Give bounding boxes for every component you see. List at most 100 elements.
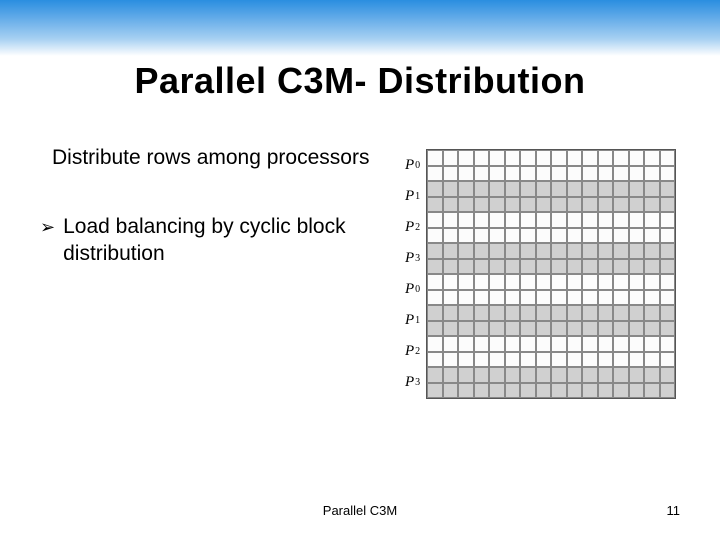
grid-cell: [551, 228, 567, 244]
grid-cell: [567, 212, 583, 228]
grid-cell: [443, 166, 459, 182]
grid-cell: [520, 212, 536, 228]
grid-cell: [427, 197, 443, 213]
grid-cell: [520, 367, 536, 383]
grid-cell: [458, 228, 474, 244]
bullet-arrow-icon: ➢: [40, 216, 55, 239]
grid-cell: [660, 228, 676, 244]
grid-cell: [613, 259, 629, 275]
processor-label: P1: [405, 181, 420, 212]
grid-cell: [644, 352, 660, 368]
grid-cell: [489, 197, 505, 213]
grid-cell: [474, 212, 490, 228]
grid-cell: [536, 352, 552, 368]
grid-cell: [613, 150, 629, 166]
grid-cell: [427, 181, 443, 197]
grid-cell: [567, 228, 583, 244]
grid-cell: [474, 228, 490, 244]
grid-cell: [505, 243, 521, 259]
grid-row: [427, 212, 675, 228]
grid-cell: [629, 290, 645, 306]
grid-cell: [458, 274, 474, 290]
grid-cell: [644, 290, 660, 306]
page-number: 11: [667, 503, 681, 518]
grid-cell: [505, 352, 521, 368]
grid-cell: [598, 150, 614, 166]
grid-cell: [598, 166, 614, 182]
grid-row: [427, 259, 675, 275]
grid-cell: [443, 290, 459, 306]
grid-row: [427, 321, 675, 337]
processor-label: P1: [405, 305, 420, 336]
grid-cell: [458, 150, 474, 166]
grid-cell: [443, 352, 459, 368]
grid-cell: [458, 367, 474, 383]
grid-cell: [629, 305, 645, 321]
grid-cell: [536, 367, 552, 383]
grid-cell: [582, 352, 598, 368]
grid-cell: [598, 181, 614, 197]
grid-cell: [551, 321, 567, 337]
grid-cell: [660, 212, 676, 228]
processor-label: P2: [405, 212, 420, 243]
grid-cell: [660, 181, 676, 197]
grid-cell: [489, 150, 505, 166]
grid-cell: [567, 181, 583, 197]
grid-cell: [660, 150, 676, 166]
grid-cell: [427, 228, 443, 244]
grid-cell: [644, 243, 660, 259]
grid-cell: [613, 181, 629, 197]
grid-cell: [505, 259, 521, 275]
grid-cell: [474, 336, 490, 352]
grid-cell: [613, 197, 629, 213]
grid-cell: [474, 352, 490, 368]
grid-cell: [489, 367, 505, 383]
grid-cell: [660, 352, 676, 368]
grid-cell: [613, 290, 629, 306]
grid-cell: [489, 243, 505, 259]
grid-cell: [567, 166, 583, 182]
grid-cell: [520, 197, 536, 213]
grid-cell: [505, 383, 521, 399]
grid-cell: [536, 150, 552, 166]
grid-cell: [644, 259, 660, 275]
grid-cell: [613, 212, 629, 228]
grid-cell: [567, 305, 583, 321]
grid-cell: [474, 321, 490, 337]
grid-cell: [613, 166, 629, 182]
grid-cell: [551, 181, 567, 197]
grid-row: [427, 290, 675, 306]
grid-cell: [505, 228, 521, 244]
grid-cell: [598, 212, 614, 228]
grid-cell: [582, 290, 598, 306]
grid-cell: [567, 274, 583, 290]
grid-cell: [427, 321, 443, 337]
grid-cell: [427, 259, 443, 275]
grid-cell: [551, 352, 567, 368]
grid-cell: [489, 352, 505, 368]
grid-cell: [644, 383, 660, 399]
grid-cell: [629, 228, 645, 244]
grid-cell: [567, 259, 583, 275]
grid-cell: [551, 336, 567, 352]
grid-row: [427, 352, 675, 368]
processor-label: P0: [405, 150, 420, 181]
grid-cell: [505, 150, 521, 166]
grid-cell: [598, 274, 614, 290]
distribution-grid: [426, 149, 676, 399]
grid-cell: [427, 383, 443, 399]
grid-cell: [474, 166, 490, 182]
grid-cell: [443, 321, 459, 337]
grid-cell: [629, 197, 645, 213]
grid-cell: [629, 259, 645, 275]
grid-cell: [520, 274, 536, 290]
grid-cell: [582, 336, 598, 352]
grid-row: [427, 305, 675, 321]
grid-cell: [644, 305, 660, 321]
grid-cell: [427, 336, 443, 352]
grid-cell: [644, 150, 660, 166]
grid-cell: [520, 228, 536, 244]
grid-cell: [458, 212, 474, 228]
grid-cell: [551, 274, 567, 290]
grid-cell: [474, 383, 490, 399]
